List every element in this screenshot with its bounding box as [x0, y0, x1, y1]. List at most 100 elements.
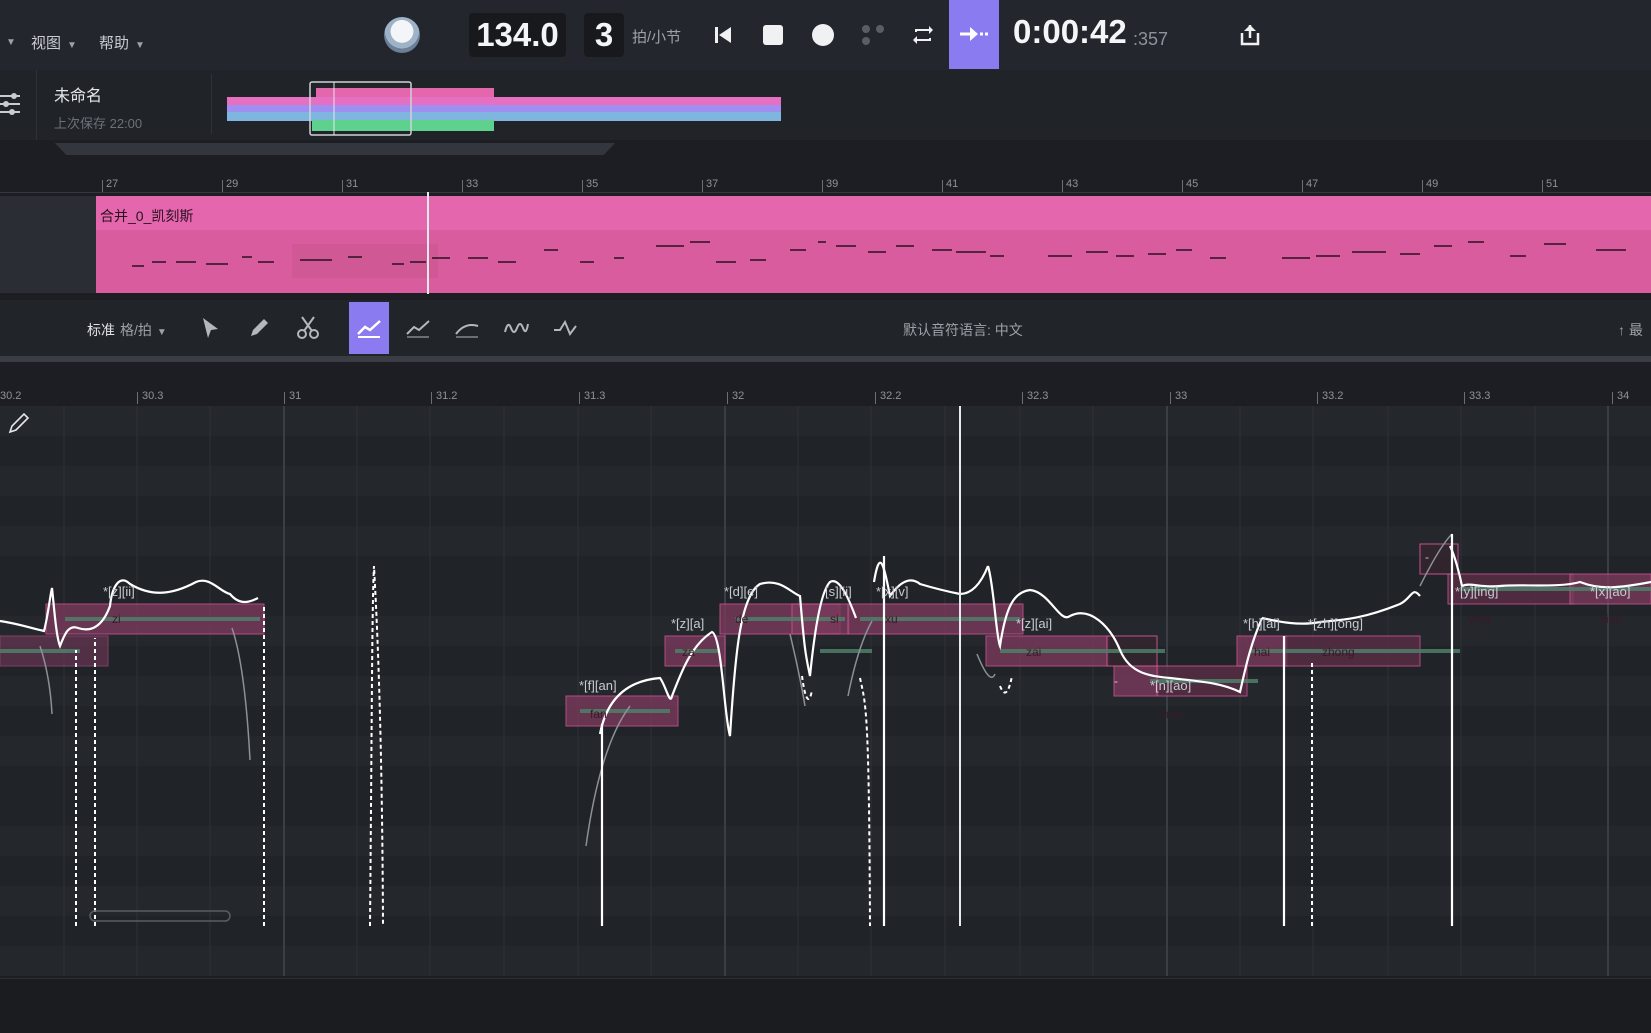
beats-field[interactable]: 3 — [584, 13, 624, 57]
note-lyric[interactable]: nao — [1162, 707, 1182, 721]
note-lyric[interactable]: ying — [1468, 612, 1490, 626]
pitch-transition-tool-icon[interactable] — [545, 302, 585, 354]
note-phoneme: *[n][ao] — [1150, 678, 1192, 693]
divider — [36, 70, 37, 140]
menu-help-label: 帮助 — [99, 35, 130, 52]
pianoroll-bar-label: 33.3 — [1463, 390, 1491, 404]
note-lyric[interactable]: xu — [885, 612, 898, 626]
pitch-erase-tool-icon[interactable] — [398, 302, 438, 354]
pianoroll-bar-label: 33 — [1169, 390, 1188, 404]
settings-sliders-icon[interactable] — [0, 90, 22, 123]
note-lyric[interactable]: si — [830, 612, 839, 626]
note-lyric[interactable]: zi — [112, 612, 121, 626]
top-right-label: 最 — [1628, 322, 1643, 338]
note-lyric[interactable]: za — [682, 645, 695, 659]
pitch-smooth-tool-icon[interactable] — [447, 302, 487, 354]
note-lyric[interactable]: hai — [1254, 645, 1270, 659]
note-phoneme: *[h][ai] — [1243, 616, 1280, 631]
note-phoneme: *[x][v] — [876, 584, 909, 599]
stop-icon[interactable] — [756, 18, 790, 52]
quantize-unit-select[interactable]: 格/拍 ▼ — [120, 320, 167, 340]
arrangement-ruler[interactable]: 27 29 31 33 35 37 39 41 43 45 47 49 51 — [0, 172, 1651, 193]
record-icon[interactable] — [806, 18, 840, 52]
arrangement-playhead[interactable] — [427, 192, 429, 294]
piano-roll-grid[interactable] — [0, 406, 1651, 976]
chevron-down-icon: ▼ — [156, 327, 167, 338]
note-phoneme: *[z][a] — [671, 616, 705, 631]
note-dash[interactable]: - — [1425, 550, 1429, 564]
menu-caret-icon[interactable]: ▼ — [0, 32, 16, 49]
metronome-dots-icon[interactable] — [856, 18, 890, 52]
pianoroll-bar-label: 31.2 — [430, 390, 458, 404]
pencil-cursor-icon — [6, 410, 32, 441]
pianoroll-bar-label: 32.3 — [1021, 390, 1049, 404]
note-lyric[interactable]: xiao — [1600, 612, 1622, 626]
note-lyric[interactable]: zai — [1026, 645, 1041, 659]
note-phoneme: [s][ii] — [825, 584, 852, 599]
project-title[interactable]: 未命名 — [54, 82, 102, 106]
note-lyric[interactable]: de — [735, 612, 748, 626]
pianoroll-bar-label: 31 — [283, 390, 302, 404]
ruler-bar-label: 35 — [581, 178, 599, 192]
vibrato-tool-icon[interactable] — [496, 302, 536, 354]
pianoroll-bar-label: 32.2 — [874, 390, 902, 404]
pianoroll-bar-label: 30.2 — [0, 390, 22, 402]
pianoroll-ruler[interactable]: 30.2 30.3 31 31.2 31.3 32 32.2 32.3 33 33.2 33.3 34 — [0, 388, 1651, 406]
ruler-bar-label: 31 — [341, 178, 359, 192]
quantize-unit-label: 格/拍 — [120, 322, 152, 338]
pianoroll-bar-label: 30.3 — [136, 390, 164, 404]
pencil-tool-icon[interactable] — [239, 302, 279, 354]
track-name[interactable]: 合并_0_凯刻斯 — [100, 206, 193, 226]
last-saved-label: 上次保存 22:00 — [54, 116, 143, 131]
note-phoneme: *[zh][ong] — [1308, 616, 1363, 631]
arrow-up-icon: ↑ — [1618, 322, 1625, 338]
quantize-select[interactable]: 标准 — [87, 320, 115, 340]
arrow-right-dashed-icon — [960, 27, 988, 41]
note-phoneme: *[z][ii] — [103, 584, 135, 599]
ruler-bar-label: 49 — [1421, 178, 1439, 192]
track-header-area — [0, 196, 96, 293]
overview-minimap[interactable] — [220, 80, 800, 142]
note-phoneme: *[f][an] — [579, 678, 617, 693]
ruler-bar-label: 27 — [101, 178, 119, 192]
export-icon[interactable] — [1233, 18, 1267, 52]
scissors-tool-icon[interactable] — [288, 302, 328, 354]
track-clip-header — [96, 196, 1651, 230]
divider — [211, 74, 212, 134]
track-note-preview — [132, 241, 1626, 278]
menu-view-label: 视图 — [31, 35, 62, 52]
follow-playhead-button[interactable] — [949, 0, 999, 69]
menu-help[interactable]: 帮助 ▼ — [99, 32, 145, 53]
ruler-bar-label: 29 — [221, 178, 239, 192]
horizontal-scrollbar[interactable] — [55, 143, 615, 155]
ruler-bar-label: 37 — [701, 178, 719, 192]
pianoroll-bar-label: 31.3 — [578, 390, 606, 404]
chevron-down-icon: ▼ — [67, 40, 77, 51]
default-note-language[interactable]: 默认音符语言: 中文 — [903, 320, 1023, 340]
skip-to-start-icon[interactable] — [706, 18, 740, 52]
ruler-bar-label: 43 — [1061, 178, 1079, 192]
top-right-control[interactable]: ↑ 最 — [1618, 320, 1643, 340]
loop-icon[interactable] — [906, 18, 940, 52]
note-lyric[interactable]: zhong — [1322, 645, 1355, 659]
select-tool-icon[interactable] — [190, 302, 230, 354]
note-dash[interactable]: - — [1114, 674, 1118, 688]
note-phoneme: *[y][ing] — [1455, 584, 1499, 599]
tempo-field[interactable]: 134.0 — [469, 13, 566, 57]
pianoroll-bar-label: 33.2 — [1316, 390, 1344, 404]
note-phoneme: *[z][ai] — [1016, 616, 1053, 631]
ruler-bar-label: 45 — [1181, 178, 1199, 192]
menu-view[interactable]: 视图 ▼ — [31, 32, 77, 53]
note-phoneme: *[d][e] — [724, 584, 758, 599]
ruler-bar-label: 39 — [821, 178, 839, 192]
time-ms: :357 — [1133, 29, 1169, 49]
bottom-bar — [0, 978, 1651, 1033]
singer-avatar[interactable] — [384, 17, 420, 53]
splitter[interactable] — [0, 356, 1651, 362]
ruler-bar-label: 41 — [941, 178, 959, 192]
time-display: 0:00:42 — [1013, 13, 1127, 50]
note-phoneme: *[x][ao] — [1590, 584, 1631, 599]
pitch-draw-tool-icon[interactable] — [349, 302, 389, 354]
pianoroll-bar-label: 34 — [1611, 390, 1630, 404]
note-lyric[interactable]: fan — [590, 707, 607, 721]
